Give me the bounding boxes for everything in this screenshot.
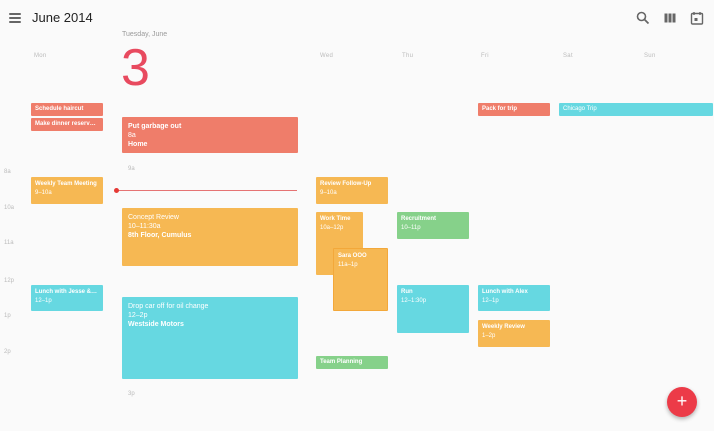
app-bar: June 2014 (0, 0, 714, 36)
event-location: Westside Motors (128, 321, 184, 328)
event-review-follow-up[interactable]: Review Follow-Up 9–10a (316, 177, 388, 204)
event-sara-ooo[interactable]: Sara OOO 11a–1p (333, 248, 388, 311)
day-header-thu: Thu (402, 53, 414, 59)
event-time: 10–11p (401, 225, 421, 231)
event-lunch-with-alex[interactable]: Lunch with Alex 12–1p (478, 285, 550, 311)
event-weekly-team-meeting[interactable]: Weekly Team Meeting 9–10a (31, 177, 103, 204)
event-title: Run (401, 289, 413, 295)
event-time: 12–1p (35, 298, 52, 304)
today-icon[interactable] (689, 10, 705, 26)
event-put-garbage-out[interactable]: Put garbage out 8a Home (122, 117, 298, 153)
event-title: Chicago Trip (563, 106, 597, 112)
time-label-10a: 10a (4, 205, 15, 211)
event-title: Sara OOO (338, 253, 367, 259)
event-drop-car-off[interactable]: Drop car off for oil change 12–2p Westsi… (122, 297, 298, 379)
time-label-3p: 3p (128, 391, 135, 397)
add-event-button[interactable]: + (667, 387, 697, 417)
menu-icon[interactable] (9, 12, 23, 24)
event-run[interactable]: Run 12–1:30p (397, 285, 469, 333)
event-time: 9–10a (320, 190, 337, 196)
event-title: Team Planning (320, 359, 363, 365)
day-header-sun: Sun (644, 53, 656, 59)
event-time: 10–11:30a (128, 223, 161, 230)
event-title: Weekly Team Meeting (35, 181, 97, 187)
event-location: 8th Floor, Cumulus (128, 232, 192, 239)
event-title: Concept Review (128, 214, 179, 221)
event-time: 9–10a (35, 190, 52, 196)
day-header-wed: Wed (320, 53, 334, 59)
event-title: Pack for trip (482, 106, 518, 112)
event-title: Lunch with Jesse &Ale... (35, 289, 99, 295)
event-title: Weekly Review (482, 324, 525, 330)
event-schedule-haircut[interactable]: Schedule haircut (31, 103, 103, 116)
day-header-mon: Mon (34, 53, 47, 59)
event-recruitment[interactable]: Recruitment 10–11p (397, 212, 469, 239)
time-label-8a: 8a (4, 169, 11, 175)
current-time-line (116, 190, 297, 191)
event-title: Schedule haircut (35, 106, 84, 112)
event-concept-review[interactable]: Concept Review 10–11:30a 8th Floor, Cumu… (122, 208, 298, 266)
time-label-9a: 9a (128, 166, 135, 172)
day-header-fri: Fri (481, 53, 489, 59)
time-label-1p: 1p (4, 313, 11, 319)
event-title: Review Follow-Up (320, 181, 372, 187)
search-icon[interactable] (635, 10, 651, 26)
event-time: 11a–1p (338, 262, 358, 268)
event-title: Put garbage out (128, 123, 182, 130)
event-pack-for-trip[interactable]: Pack for trip (478, 103, 550, 116)
time-label-2p: 2p (4, 349, 11, 355)
page-title: June 2014 (32, 10, 93, 25)
event-chicago-trip[interactable]: Chicago Trip (559, 103, 713, 116)
event-location: Home (128, 141, 148, 148)
event-title: Make dinner reservat... (35, 121, 99, 127)
today-label: Tuesday, June (122, 31, 168, 38)
event-title: Drop car off for oil change (128, 303, 209, 310)
event-title: Recruitment (401, 216, 437, 222)
event-weekly-review[interactable]: Weekly Review 1–2p (478, 320, 550, 347)
time-label-12p: 12p (4, 278, 15, 284)
event-time: 1–2p (482, 333, 496, 339)
event-title: Work Time (320, 216, 351, 222)
current-time-dot (114, 188, 119, 193)
event-time: 12–1p (482, 298, 499, 304)
day-header-sat: Sat (563, 53, 573, 59)
event-time: 8a (128, 132, 136, 139)
event-team-planning[interactable]: Team Planning (316, 356, 388, 369)
time-label-11a: 11a (4, 240, 14, 246)
event-lunch-with-jesse[interactable]: Lunch with Jesse &Ale... 12–1p (31, 285, 103, 311)
event-title: Lunch with Alex (482, 289, 528, 295)
event-time: 10a–12p (320, 225, 344, 231)
today-date-number[interactable]: 3 (121, 38, 150, 98)
event-time: 12–1:30p (401, 298, 427, 304)
event-time: 12–2p (128, 312, 148, 319)
week-view-icon[interactable] (662, 10, 678, 26)
event-make-dinner-reservation[interactable]: Make dinner reservat... (31, 118, 103, 131)
